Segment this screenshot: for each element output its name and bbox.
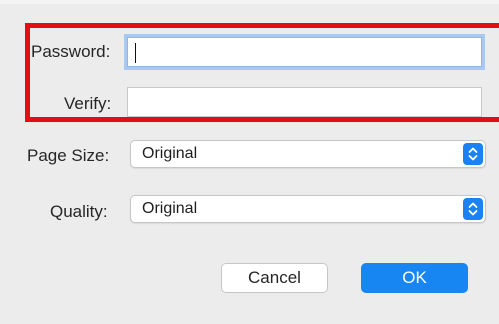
- text-caret: [135, 43, 136, 63]
- page-size-select[interactable]: Original: [130, 140, 486, 168]
- up-down-chevron-icon: [463, 143, 483, 165]
- up-down-chevron-icon: [463, 198, 483, 220]
- verify-label: Verify:: [64, 94, 112, 113]
- verify-field[interactable]: [127, 87, 482, 117]
- ok-button[interactable]: OK: [361, 263, 468, 293]
- quality-label: Quality:: [50, 202, 108, 221]
- cancel-button[interactable]: Cancel: [221, 263, 328, 293]
- dialog-top-strip: [0, 0, 499, 4]
- page-size-label: Page Size:: [27, 146, 110, 165]
- quality-select[interactable]: Original: [130, 195, 486, 223]
- password-label: Password:: [31, 42, 111, 61]
- password-dialog: Password: Verify: Page Size: Original Qu…: [0, 0, 499, 324]
- password-field[interactable]: [127, 37, 482, 67]
- page-size-value: Original: [142, 145, 198, 162]
- quality-value: Original: [142, 200, 198, 217]
